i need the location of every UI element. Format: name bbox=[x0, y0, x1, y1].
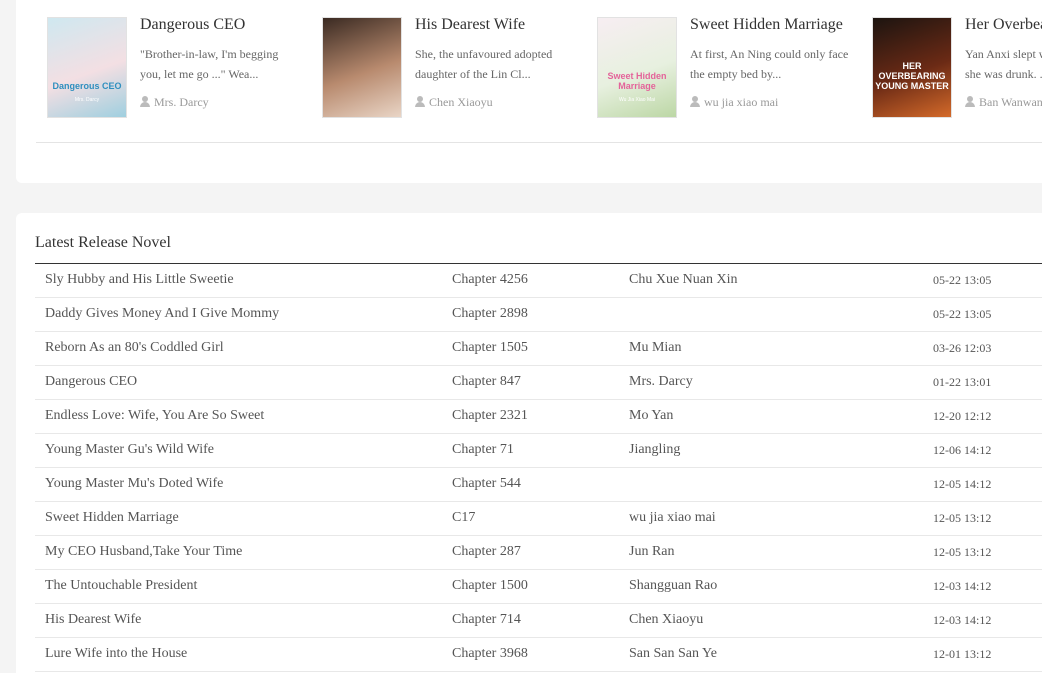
novel-title-link[interactable]: His Dearest Wife bbox=[45, 612, 141, 628]
table-row[interactable]: Young Master Gu's Wild Wife Chapter 71 Jia… bbox=[35, 434, 1042, 468]
user-icon bbox=[965, 96, 975, 107]
latest-release-panel: Latest Release Novel Sly Hubby and His L… bbox=[16, 213, 1042, 673]
table-row[interactable]: Sly Hubby and His Little Sweetie Chapter … bbox=[35, 264, 1042, 298]
novel-title-link[interactable]: Young Master Gu's Wild Wife bbox=[45, 442, 214, 458]
book-cover[interactable]: HER OVERBEARING YOUNG MASTER bbox=[872, 17, 952, 118]
table-row[interactable]: Endless Love: Wife, You Are So Sweet Chap… bbox=[35, 400, 1042, 434]
user-icon bbox=[690, 96, 700, 107]
novel-title-link[interactable]: Sweet Hidden Marriage bbox=[45, 510, 179, 526]
book-cover[interactable] bbox=[322, 17, 402, 118]
book-title[interactable]: Sweet Hidden Marriage bbox=[690, 16, 870, 34]
novel-title-link[interactable]: Young Master Mu's Doted Wife bbox=[45, 476, 223, 492]
latest-release-list: Sly Hubby and His Little Sweetie Chapter … bbox=[35, 264, 1042, 672]
chapter-link[interactable]: Chapter 2321 bbox=[452, 408, 528, 424]
author-name: Jun Ran bbox=[629, 544, 675, 559]
update-time: 12-03 14:12 bbox=[933, 613, 992, 627]
novel-title-link[interactable]: The Untouchable President bbox=[45, 578, 197, 594]
book-author: Mrs. Darcy bbox=[140, 95, 315, 110]
update-time: 12-05 13:12 bbox=[933, 545, 992, 559]
chapter-link[interactable]: Chapter 544 bbox=[452, 476, 521, 492]
section-title: Latest Release Novel bbox=[35, 234, 171, 251]
author-name: Ban Wanwan bbox=[979, 95, 1042, 109]
author-name: wu jia xiao mai bbox=[704, 95, 779, 109]
novel-title-link[interactable]: Endless Love: Wife, You Are So Sweet bbox=[45, 408, 264, 424]
author-name: Chen Xiaoyu bbox=[429, 95, 493, 109]
featured-books: Dangerous CEO Mrs. Darcy Dangerous CEO "Bro… bbox=[16, 0, 1042, 183]
book-cover[interactable]: Dangerous CEO Mrs. Darcy bbox=[47, 17, 127, 118]
author-name: Chu Xue Nuan Xin bbox=[629, 272, 738, 287]
table-row[interactable]: His Dearest Wife Chapter 714 Chen Xiaoyu 12… bbox=[35, 604, 1042, 638]
book-author: Chen Xiaoyu bbox=[415, 95, 590, 110]
chapter-link[interactable]: Chapter 1505 bbox=[452, 340, 528, 356]
book-title[interactable]: Dangerous CEO bbox=[140, 16, 320, 34]
update-time: 12-05 14:12 bbox=[933, 477, 992, 491]
table-row[interactable]: My CEO Husband,Take Your Time Chapter 287… bbox=[35, 536, 1042, 570]
update-time: 12-06 14:12 bbox=[933, 443, 992, 457]
featured-book[interactable]: Sweet Hidden Marriage Wu Jia Xiao Mai Swee… bbox=[597, 16, 867, 120]
author-name: San San San Ye bbox=[629, 646, 717, 661]
book-author: wu jia xiao mai bbox=[690, 95, 865, 110]
author-name: Mo Yan bbox=[629, 408, 674, 423]
featured-book[interactable]: Dangerous CEO Mrs. Darcy Dangerous CEO "Bro… bbox=[47, 16, 317, 120]
featured-panel: Dangerous CEO Mrs. Darcy Dangerous CEO "Bro… bbox=[16, 0, 1042, 183]
chapter-link[interactable]: Chapter 847 bbox=[452, 374, 521, 390]
update-time: 03-26 12:03 bbox=[933, 341, 992, 355]
book-description: At first, An Ning could only face the em… bbox=[690, 47, 849, 81]
novel-title-link[interactable]: Lure Wife into the House bbox=[45, 646, 187, 662]
author-name: Mrs. Darcy bbox=[154, 95, 209, 109]
table-row[interactable]: Dangerous CEO Chapter 847 Mrs. Darcy 01-22 … bbox=[35, 366, 1042, 400]
user-icon bbox=[415, 96, 425, 107]
chapter-link[interactable]: Chapter 3968 bbox=[452, 646, 528, 662]
cover-title: HER OVERBEARING YOUNG MASTER bbox=[875, 61, 949, 91]
novel-title-link[interactable]: Reborn As an 80's Coddled Girl bbox=[45, 340, 224, 356]
book-description: "Brother-in-law, I'm begging you, let me… bbox=[140, 47, 279, 81]
update-time: 05-22 13:05 bbox=[933, 307, 992, 321]
book-cover[interactable]: Sweet Hidden Marriage Wu Jia Xiao Mai bbox=[597, 17, 677, 118]
chapter-link[interactable]: C17 bbox=[452, 510, 475, 526]
book-author: Ban Wanwan bbox=[965, 95, 1042, 110]
book-title[interactable]: Her Overbearing Young Master bbox=[965, 16, 1042, 34]
cover-author: Wu Jia Xiao Mai bbox=[618, 97, 656, 103]
update-time: 12-05 13:12 bbox=[933, 511, 992, 525]
author-name: Mrs. Darcy bbox=[629, 374, 693, 389]
novel-title-link[interactable]: Sly Hubby and His Little Sweetie bbox=[45, 272, 234, 288]
cover-title: Sweet Hidden Marriage bbox=[607, 71, 667, 91]
author-name: Shangguan Rao bbox=[629, 578, 718, 593]
update-time: 01-22 13:01 bbox=[933, 375, 992, 389]
chapter-link[interactable]: Chapter 287 bbox=[452, 544, 521, 560]
author-name: Chen Xiaoyu bbox=[629, 612, 704, 627]
update-time: 12-03 14:12 bbox=[933, 579, 992, 593]
update-time: 12-01 13:12 bbox=[933, 647, 992, 661]
update-time: 05-22 13:05 bbox=[933, 273, 992, 287]
book-description: She, the unfavoured adopted daughter of … bbox=[415, 47, 553, 81]
table-row[interactable]: Reborn As an 80's Coddled Girl Chapter 15… bbox=[35, 332, 1042, 366]
chapter-link[interactable]: Chapter 1500 bbox=[452, 578, 528, 594]
user-icon bbox=[140, 96, 150, 107]
table-row[interactable]: Young Master Mu's Doted Wife Chapter 544 1… bbox=[35, 468, 1042, 502]
chapter-link[interactable]: Chapter 2898 bbox=[452, 306, 528, 322]
author-name: Mu Mian bbox=[629, 340, 682, 355]
table-row[interactable]: Sweet Hidden Marriage C17 wu jia xiao mai 1… bbox=[35, 502, 1042, 536]
cover-author: Mrs. Darcy bbox=[74, 97, 100, 103]
author-name: wu jia xiao mai bbox=[629, 510, 716, 525]
book-description: Yan Anxi slept with him when she was dru… bbox=[965, 47, 1042, 81]
table-row[interactable]: The Untouchable President Chapter 1500 Sha… bbox=[35, 570, 1042, 604]
book-title[interactable]: His Dearest Wife bbox=[415, 16, 595, 34]
table-row[interactable]: Daddy Gives Money And I Give Mommy Chapte… bbox=[35, 298, 1042, 332]
featured-book[interactable]: His Dearest Wife She, the unfavoured adop… bbox=[322, 16, 592, 120]
divider bbox=[36, 142, 1042, 143]
chapter-link[interactable]: Chapter 4256 bbox=[452, 272, 528, 288]
chapter-link[interactable]: Chapter 71 bbox=[452, 442, 514, 458]
update-time: 12-20 12:12 bbox=[933, 409, 992, 423]
table-row[interactable]: Lure Wife into the House Chapter 3968 San … bbox=[35, 638, 1042, 672]
novel-title-link[interactable]: Dangerous CEO bbox=[45, 374, 137, 390]
novel-title-link[interactable]: Daddy Gives Money And I Give Mommy bbox=[45, 306, 279, 322]
featured-book[interactable]: HER OVERBEARING YOUNG MASTER Her Overbear… bbox=[872, 16, 1042, 120]
author-name: Jiangling bbox=[629, 442, 681, 457]
novel-title-link[interactable]: My CEO Husband,Take Your Time bbox=[45, 544, 242, 560]
chapter-link[interactable]: Chapter 714 bbox=[452, 612, 521, 628]
cover-title: Dangerous CEO bbox=[52, 81, 122, 91]
